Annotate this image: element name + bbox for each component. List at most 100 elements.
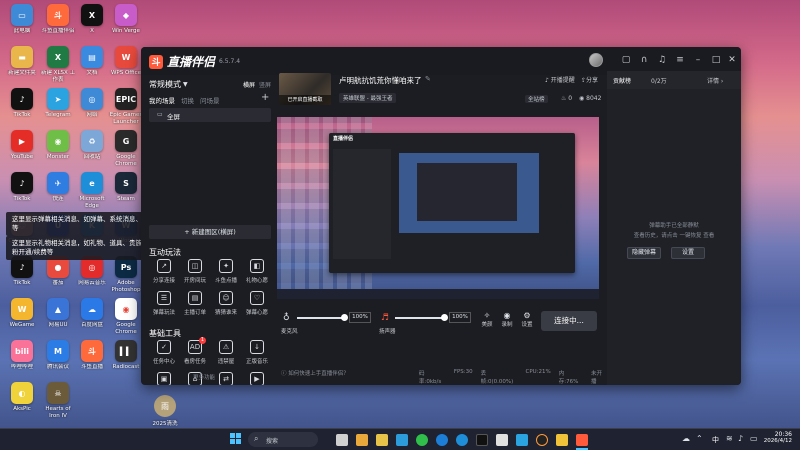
edit-title-icon[interactable]: ✎ — [425, 75, 431, 83]
record-button[interactable]: ◉ 录制 — [499, 311, 515, 328]
mic-slider-handle[interactable] — [341, 314, 348, 321]
speaker-slider-handle[interactable] — [441, 314, 448, 321]
connect-button[interactable]: 连接中... — [541, 311, 597, 331]
room-title[interactable]: 卢明航抗饥荒你懂咱来了 — [339, 75, 422, 86]
mode-selector[interactable]: 常规模式 ▼ — [149, 79, 188, 90]
basic-item[interactable]: ↓ 正版音乐 — [242, 340, 272, 365]
chrome-icon[interactable] — [536, 434, 548, 446]
task-view-icon[interactable] — [336, 434, 348, 446]
desktop-icon[interactable]: ▲ 网易UU — [40, 298, 76, 329]
interaction-item[interactable]: ↗ 分享连接 — [149, 259, 179, 284]
close-icon[interactable]: ✕ — [727, 55, 737, 65]
interaction-item[interactable]: ♡ 弹幕心愿 — [242, 291, 272, 316]
windows-start-icon[interactable] — [230, 433, 242, 445]
microphone-icon[interactable]: ♁ — [283, 313, 290, 323]
interaction-item[interactable]: ✦ 斗鱼点播 — [211, 259, 241, 284]
desktop-icon[interactable]: ✈ 快连 — [40, 172, 76, 203]
share-button[interactable]: ⇪分享 — [581, 75, 598, 84]
desktop-icon[interactable]: G Google Chrome — [108, 130, 144, 167]
files-icon[interactable] — [496, 434, 508, 446]
desktop-icon[interactable]: ♪ TikTok — [4, 256, 40, 287]
desktop-icon[interactable]: ◎ 网络 — [74, 88, 110, 119]
battery-icon[interactable]: ▭ — [750, 434, 758, 443]
desktop-icon[interactable]: ♪ TikTok — [4, 88, 40, 119]
input-language[interactable]: 中 — [712, 435, 719, 445]
pin-icon[interactable] — [556, 434, 568, 446]
user-avatar[interactable] — [589, 53, 603, 67]
speaker-slider[interactable] — [395, 317, 445, 319]
desktop-icon[interactable]: bili 哔哩哔哩 — [4, 340, 40, 371]
desktop-icon[interactable]: W WPS Office — [108, 46, 144, 77]
speaker-icon[interactable]: ♬ — [381, 313, 389, 323]
interaction-item[interactable]: ▤ 主播订单 — [180, 291, 210, 316]
desktop-icon[interactable]: ◎ 网易云音乐 — [74, 256, 110, 287]
minimize-icon[interactable]: – — [693, 55, 703, 65]
stream-preview[interactable]: 直播伴侣 — [277, 117, 599, 299]
help-hint[interactable]: ⓘ 如何快速上手直播伴侣？ — [281, 369, 349, 377]
desktop-icon[interactable]: ▶ YouTube — [4, 130, 40, 161]
tab-rank[interactable]: 0/2万 — [651, 76, 667, 85]
desktop-icon[interactable]: ◉ Monster — [40, 130, 76, 161]
basic-item[interactable]: ⚠ 违禁屋 — [211, 340, 241, 365]
desktop-icon[interactable]: e Microsoft Edge — [74, 172, 110, 209]
desktop-icon[interactable]: ◐ AksPic — [4, 382, 40, 413]
desktop-icon-2025[interactable]: 雨 2025清洗 — [147, 395, 183, 427]
tab-contribution[interactable]: 贡献榜 — [613, 76, 631, 85]
qq-icon[interactable] — [436, 434, 448, 446]
store-icon[interactable] — [396, 434, 408, 446]
message-icon[interactable]: ▢ — [621, 55, 631, 65]
speaker-value[interactable]: 100% — [449, 312, 471, 323]
landscape-toggle[interactable]: 横屏 — [243, 80, 255, 89]
desktop-icon[interactable]: ● 番茄 — [40, 256, 76, 287]
clock[interactable]: 20:36 2026/4/12 — [762, 431, 792, 444]
desktop-icon[interactable]: ➤ Telegram — [40, 88, 76, 119]
desktop-icon[interactable]: ♪ TikTok — [4, 172, 40, 203]
desktop-icon[interactable]: XX — [74, 4, 110, 35]
room-category[interactable]: 英雄联盟 - 最强王者 — [339, 93, 397, 103]
desktop-icon[interactable]: Ps Adobe Photoshop — [108, 256, 144, 293]
rank-tag[interactable]: 全站榜 — [525, 95, 548, 103]
basic-item[interactable]: ▣弹幕秀 — [149, 372, 179, 385]
edge-icon[interactable] — [456, 434, 468, 446]
portrait-toggle[interactable]: 竖屏 — [259, 80, 271, 89]
basic-item[interactable]: ✓ 任务中心 — [149, 340, 179, 365]
desktop-icon[interactable]: ◆ Win Verge — [108, 4, 144, 35]
chevron-up-icon[interactable]: ⌃ — [696, 434, 703, 443]
desktop-icon[interactable]: S Steam — [108, 172, 144, 203]
maximize-icon[interactable]: □ — [711, 55, 721, 65]
feishu-icon[interactable] — [516, 434, 528, 446]
desktop-icon[interactable]: M 腾讯会议 — [40, 340, 76, 371]
scene-item[interactable]: ▭ 全屏 — [149, 108, 271, 122]
tab-my-scene[interactable]: 我的场景 — [149, 95, 175, 105]
desktop-icon[interactable]: ☁ 百度网盘 — [74, 298, 110, 329]
folder-icon[interactable] — [376, 434, 388, 446]
taskbar-search[interactable]: ⌕ 搜索 — [248, 432, 318, 447]
desktop-icon[interactable]: X 新建 XLSX 工作表 — [40, 46, 76, 83]
douyu-companion-icon[interactable] — [576, 434, 588, 446]
tab-ask-scene[interactable]: 问场景 — [200, 95, 220, 105]
interaction-item[interactable]: ◧ 礼物心愿 — [242, 259, 272, 284]
hide-danmaku-button[interactable]: 隐藏弹幕 — [627, 247, 661, 259]
interaction-item[interactable]: ☰ 弹幕玩法 — [149, 291, 179, 316]
desktop-icon[interactable]: ◉ Google Chrome — [108, 298, 144, 335]
tiktok-icon[interactable] — [476, 434, 488, 446]
settings-button[interactable]: ⚙ 设置 — [519, 311, 535, 328]
explorer-icon[interactable] — [356, 434, 368, 446]
basic-item[interactable]: AD 1 看房任务 — [180, 337, 210, 365]
desktop-icon[interactable]: ☠ Hearts of Iron IV — [40, 382, 76, 419]
headset-icon[interactable]: ∩ — [639, 55, 649, 65]
wechat-icon[interactable] — [416, 434, 428, 446]
danmaku-settings-button[interactable]: 设置 — [671, 247, 705, 259]
desktop-icon[interactable]: 斗斗鱼直播伴侣 — [40, 4, 76, 35]
desktop-icon[interactable]: ▤ 文档 — [74, 46, 110, 77]
mic-slider[interactable] — [297, 317, 345, 319]
desktop-icon[interactable]: ▬ 新建文件夹 — [4, 46, 40, 77]
more-functions-link[interactable]: 更多功能 — [193, 373, 215, 381]
add-scene-icon[interactable]: + — [261, 92, 269, 103]
interaction-item[interactable]: ☺ 猜猜谁来 — [211, 291, 241, 316]
desktop-icon[interactable]: ▍▍ Radiocast — [108, 340, 144, 371]
menu-icon[interactable]: ≡ — [675, 55, 685, 65]
room-cover[interactable]: 已开启直播截取 — [279, 73, 331, 105]
basic-item[interactable]: ▶下播回看 — [242, 372, 272, 385]
desktop-icon[interactable]: 斗斗鱼直播 — [74, 340, 110, 371]
